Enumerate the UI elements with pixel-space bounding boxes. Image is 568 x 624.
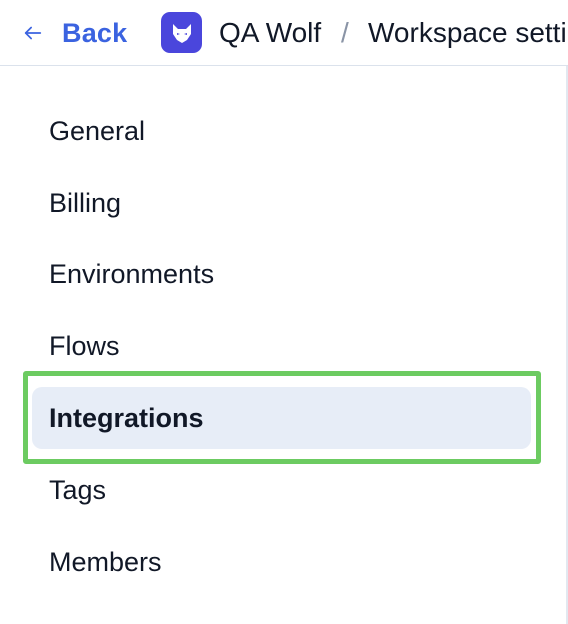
sidebar-item-label: General — [49, 115, 146, 146]
breadcrumb-separator: / — [341, 17, 349, 48]
page-title: Workspace settings — [368, 17, 568, 48]
sidebar-item-label: Tags — [49, 474, 107, 505]
sidebar-item-label: Integrations — [49, 402, 204, 433]
sidebar-item-members[interactable]: Members — [32, 531, 531, 593]
sidebar-item-label: Billing — [49, 187, 122, 218]
sidebar-item-label: Members — [49, 546, 162, 577]
back-button[interactable]: Back — [22, 14, 127, 52]
sidebar-item-label: Environments — [49, 258, 215, 289]
wolf-logo-icon[interactable] — [161, 12, 202, 53]
sidebar-item-billing[interactable]: Billing — [32, 172, 531, 234]
top-bar: Back QA Wolf / Workspace settings — [0, 0, 568, 66]
breadcrumb-org[interactable]: QA Wolf — [219, 14, 321, 52]
sidebar-item-flows[interactable]: Flows — [32, 315, 531, 377]
arrow-left-icon — [24, 26, 42, 40]
sidebar-item-environments[interactable]: Environments — [32, 243, 531, 305]
settings-sidebar: General Billing Environments Flows Integ… — [0, 66, 566, 624]
sidebar-item-integrations[interactable]: Integrations — [32, 387, 531, 449]
sidebar-item-general[interactable]: General — [32, 100, 531, 162]
back-label: Back — [62, 17, 128, 48]
sidebar-item-tags[interactable]: Tags — [32, 459, 531, 521]
sidebar-item-label: Flows — [49, 330, 120, 361]
